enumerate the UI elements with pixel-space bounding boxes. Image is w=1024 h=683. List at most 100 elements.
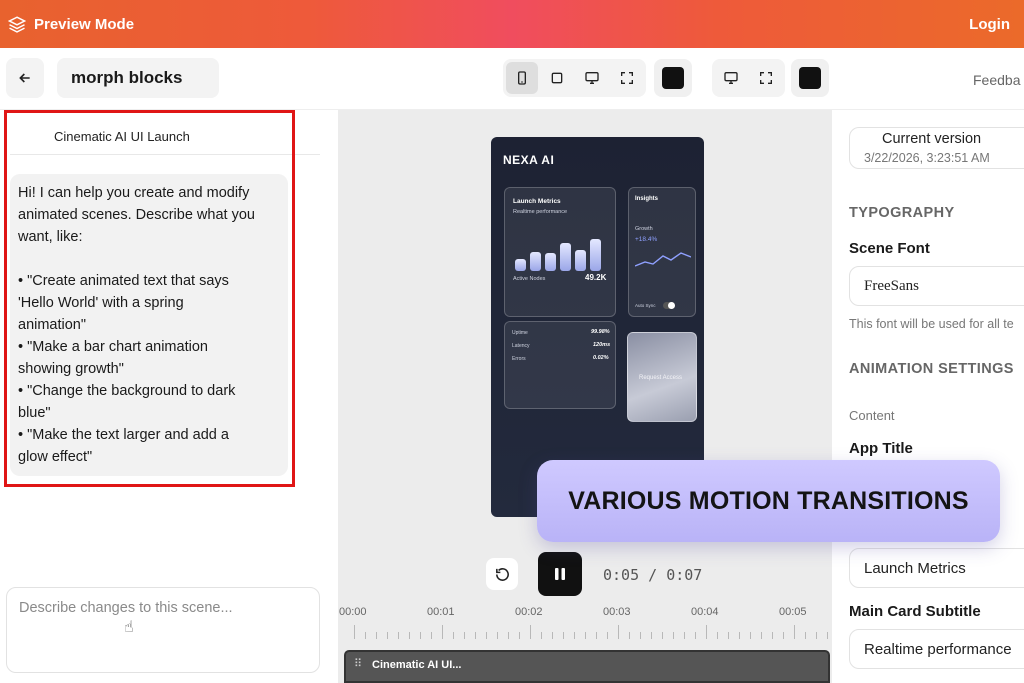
timeline-tick [651, 632, 652, 639]
scene-font-select[interactable]: FreeSans [849, 266, 1024, 306]
hand-cursor-icon: ☝ [124, 619, 134, 636]
auto-sync-label: Auto Sync [635, 303, 656, 308]
timeline-tick [607, 632, 608, 639]
expand-icon [760, 72, 772, 84]
bar-chart [515, 236, 610, 271]
phone-icon [518, 71, 526, 85]
preview-banner: Preview Mode Login [0, 0, 1024, 48]
current-time: 0:05 [603, 566, 640, 584]
timeline-tick [772, 632, 773, 639]
version-date: 3/22/2026, 3:23:51 AM [864, 151, 990, 165]
request-access-card: Request Access [627, 332, 697, 422]
preview-bar [530, 252, 541, 271]
timeline-tick [750, 632, 751, 639]
timeline-tick [695, 632, 696, 639]
timeline-clip[interactable]: ⠿ Cinematic AI UI... [344, 650, 830, 683]
background-color-picker-2[interactable] [791, 59, 829, 97]
app-title-label: App Title [849, 440, 913, 457]
highlight-box [4, 110, 295, 487]
app-root: Preview Mode Login morph blocks Feedba C… [0, 0, 1024, 683]
growth-label: Growth [635, 226, 653, 232]
preview-bar [560, 243, 571, 271]
timeline-tick-label: 00:04 [691, 606, 719, 618]
login-link[interactable]: Login [969, 16, 1010, 33]
timeline-tick [717, 632, 718, 639]
timeline-tick [618, 625, 619, 639]
clip-label: Cinematic AI UI... [372, 659, 462, 671]
stat-label: Latency [512, 343, 530, 349]
fullscreen-button-2[interactable] [750, 62, 782, 94]
timeline-tick [574, 632, 575, 639]
viewport-switcher [503, 59, 646, 97]
preview-bar [575, 250, 586, 271]
timeline-tick [442, 625, 443, 639]
back-button[interactable] [6, 58, 44, 98]
color-swatch [662, 67, 684, 89]
timeline-tick-label: 00:03 [603, 606, 631, 618]
timeline-tick [673, 632, 674, 639]
growth-value: +18.4% [635, 236, 658, 243]
feedback-link[interactable]: Feedba [973, 72, 1020, 88]
timeline-tick [816, 632, 817, 639]
timeline-tick-label: 00:02 [515, 606, 543, 618]
timeline-tick [761, 632, 762, 639]
timeline-tick [662, 632, 663, 639]
timeline-tick [640, 632, 641, 639]
stat-value: 99.98% [591, 329, 610, 335]
square-icon [551, 72, 563, 84]
timeline-tick [387, 632, 388, 639]
caption-overlay: VARIOUS MOTION TRANSITIONS [537, 460, 1000, 542]
stat-label: Errors [512, 356, 526, 362]
metric-value: 49.2K [585, 273, 607, 282]
timeline-tick [805, 632, 806, 639]
timeline-tick [541, 632, 542, 639]
timeline-tick [552, 632, 553, 639]
playback-time: 0:05 / 0:07 [603, 566, 702, 584]
pause-button[interactable] [538, 552, 582, 596]
timeline-tick [497, 632, 498, 639]
timeline-ruler[interactable]: 00:00 00:01 00:02 00:03 00:04 00:05 [338, 600, 850, 644]
timeline-tick-label: 00:01 [427, 606, 455, 618]
timeline-tick [398, 632, 399, 639]
desktop-view-button-2[interactable] [715, 62, 747, 94]
timeline-tick [706, 625, 707, 639]
main-card-title-input[interactable]: Launch Metrics [849, 548, 1024, 588]
animation-settings-heading: ANIMATION SETTINGS [849, 361, 1014, 377]
drag-handle-icon[interactable]: ⠿ [354, 657, 362, 670]
card-subtitle: Realtime performance [513, 209, 568, 215]
project-name[interactable]: morph blocks [57, 58, 219, 98]
layers-icon [8, 16, 26, 33]
color-swatch [799, 67, 821, 89]
desktop-view-button[interactable] [576, 62, 608, 94]
timeline-tick [794, 625, 795, 639]
restart-button[interactable] [486, 558, 518, 590]
preview-app-title: NEXA AI [503, 153, 555, 167]
secondary-viewport-switcher [712, 59, 785, 97]
version-selector[interactable]: Current version 3/22/2026, 3:23:51 AM [849, 127, 1024, 169]
preview-bar [515, 259, 526, 271]
mobile-view-button[interactable] [506, 62, 538, 94]
timeline-tick [783, 632, 784, 639]
timeline-tick [585, 632, 586, 639]
square-view-button[interactable] [541, 62, 573, 94]
monitor-icon [724, 72, 738, 84]
timeline-tick [354, 625, 355, 639]
insights-card: Insights Growth +18.4% Auto Sync [628, 187, 696, 317]
background-color-picker[interactable] [654, 59, 692, 97]
fullscreen-button[interactable] [611, 62, 643, 94]
main-card-subtitle-input[interactable]: Realtime performance [849, 629, 1024, 669]
auto-sync-toggle [663, 302, 675, 309]
growth-sparkline [635, 252, 691, 267]
timeline-tick [530, 625, 531, 639]
font-note: This font will be used for all te [849, 317, 1014, 331]
timeline-tick [739, 632, 740, 639]
preview-canvas: NEXA AI Launch Metrics Realtime performa… [338, 110, 850, 683]
request-access-label: Request Access [639, 375, 683, 381]
typography-heading: TYPOGRAPHY [849, 205, 955, 221]
chat-input[interactable]: Describe changes to this scene... [6, 587, 320, 673]
monitor-icon [585, 72, 599, 84]
properties-panel: Current version 3/22/2026, 3:23:51 AM TY… [832, 110, 1024, 683]
stats-card: Uptime 99.98% Latency 120ms Errors 0.02% [504, 321, 616, 409]
banner-title: Preview Mode [34, 15, 135, 33]
expand-icon [621, 72, 633, 84]
